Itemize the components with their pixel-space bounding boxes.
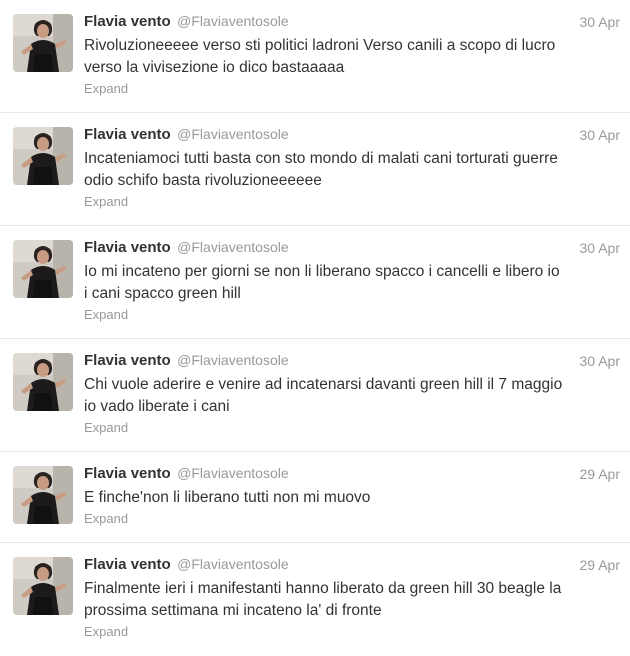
tweet-text-line: Rivoluzioneeeee verso sti politici ladro… <box>84 37 556 54</box>
tweet[interactable]: Flavia vento @Flaviaventosole 30 Apr Riv… <box>0 0 630 113</box>
tweet[interactable]: Flavia vento @Flaviaventosole 30 Apr Inc… <box>0 113 630 226</box>
user-name[interactable]: Flavia vento <box>84 352 171 369</box>
tweet-header: Flavia vento @Flaviaventosole 30 Apr <box>84 239 620 259</box>
tweet-date[interactable]: 30 Apr <box>580 127 620 143</box>
tweet-text: Rivoluzioneeeee verso sti politici ladro… <box>84 35 624 79</box>
expand-link[interactable]: Expand <box>84 511 128 526</box>
tweet-text: Incateniamoci tutti basta con sto mondo … <box>84 148 624 192</box>
tweet-header: Flavia vento @Flaviaventosole 29 Apr <box>84 556 620 576</box>
user-name[interactable]: Flavia vento <box>84 556 171 573</box>
tweet-text: Finalmente ieri i manifestanti hanno lib… <box>84 578 624 622</box>
tweet-text-line: i cani spacco green hill <box>84 285 241 302</box>
user-handle[interactable]: @Flaviaventosole <box>177 239 289 255</box>
tweet-header: Flavia vento @Flaviaventosole 30 Apr <box>84 352 620 372</box>
tweet-text-line: Finalmente ieri i manifestanti hanno lib… <box>84 580 562 597</box>
tweet-date[interactable]: 30 Apr <box>580 14 620 30</box>
tweet-text: Chi vuole aderire e venire ad incatenars… <box>84 374 624 418</box>
tweet-text-line: E finche'non li liberano tutti non mi mu… <box>84 489 371 506</box>
tweet-header: Flavia vento @Flaviaventosole 29 Apr <box>84 465 620 485</box>
avatar[interactable] <box>13 127 73 185</box>
user-handle[interactable]: @Flaviaventosole <box>177 13 289 29</box>
expand-link[interactable]: Expand <box>84 420 128 435</box>
avatar[interactable] <box>13 240 73 298</box>
tweet-text-line: prossima settimana mi incateno la' di fr… <box>84 602 382 619</box>
expand-link[interactable]: Expand <box>84 81 128 96</box>
avatar[interactable] <box>13 466 73 524</box>
expand-link[interactable]: Expand <box>84 307 128 322</box>
tweet-text-line: odio schifo basta rivoluzioneeeeee <box>84 172 322 189</box>
tweet-date[interactable]: 30 Apr <box>580 240 620 256</box>
expand-link[interactable]: Expand <box>84 624 128 639</box>
tweet-text: Io mi incateno per giorni se non li libe… <box>84 261 624 305</box>
avatar[interactable] <box>13 14 73 72</box>
tweet-timeline: Flavia vento @Flaviaventosole 30 Apr Riv… <box>0 0 630 654</box>
user-handle[interactable]: @Flaviaventosole <box>177 126 289 142</box>
user-handle[interactable]: @Flaviaventosole <box>177 352 289 368</box>
tweet-date[interactable]: 30 Apr <box>580 353 620 369</box>
tweet-text-line: verso la vivisezione io dico bastaaaaa <box>84 59 345 76</box>
tweet-text: E finche'non li liberano tutti non mi mu… <box>84 487 624 509</box>
tweet-text-line: Chi vuole aderire e venire ad incatenars… <box>84 376 563 393</box>
tweet-text-line: Io mi incateno per giorni se non li libe… <box>84 263 560 280</box>
tweet[interactable]: Flavia vento @Flaviaventosole 30 Apr Io … <box>0 226 630 339</box>
user-handle[interactable]: @Flaviaventosole <box>177 465 289 481</box>
tweet-date[interactable]: 29 Apr <box>580 557 620 573</box>
user-name[interactable]: Flavia vento <box>84 239 171 256</box>
user-handle[interactable]: @Flaviaventosole <box>177 556 289 572</box>
expand-link[interactable]: Expand <box>84 194 128 209</box>
user-name[interactable]: Flavia vento <box>84 126 171 143</box>
tweet-text-line: io vado liberate i cani <box>84 398 230 415</box>
tweet-header: Flavia vento @Flaviaventosole 30 Apr <box>84 126 620 146</box>
avatar[interactable] <box>13 353 73 411</box>
user-name[interactable]: Flavia vento <box>84 465 171 482</box>
tweet-date[interactable]: 29 Apr <box>580 466 620 482</box>
tweet-text-line: Incateniamoci tutti basta con sto mondo … <box>84 150 558 167</box>
user-name[interactable]: Flavia vento <box>84 13 171 30</box>
avatar[interactable] <box>13 557 73 615</box>
tweet[interactable]: Flavia vento @Flaviaventosole 30 Apr Chi… <box>0 339 630 452</box>
tweet[interactable]: Flavia vento @Flaviaventosole 29 Apr E f… <box>0 452 630 543</box>
tweet-header: Flavia vento @Flaviaventosole 30 Apr <box>84 13 620 33</box>
tweet[interactable]: Flavia vento @Flaviaventosole 29 Apr Fin… <box>0 543 630 656</box>
